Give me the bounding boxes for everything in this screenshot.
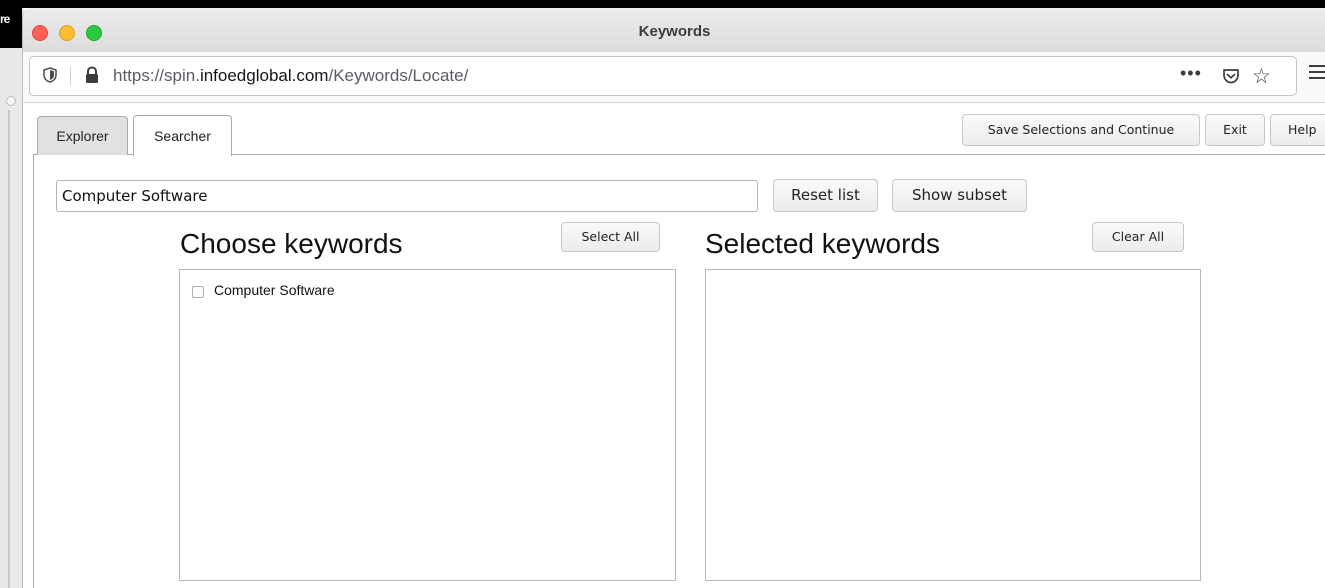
choose-keywords-list[interactable]: Computer Software: [179, 269, 676, 581]
show-subset-button[interactable]: Show subset: [892, 179, 1027, 212]
tab-explorer[interactable]: Explorer: [37, 116, 128, 155]
keyword-checkbox[interactable]: [192, 286, 204, 298]
hamburger-menu-icon[interactable]: [1309, 65, 1325, 79]
address-bar[interactable]: https://spin.infoedglobal.com/Keywords/L…: [29, 56, 1297, 96]
url-prefix: https://spin.: [113, 66, 200, 85]
clear-all-button[interactable]: Clear All: [1092, 222, 1184, 252]
exit-button[interactable]: Exit: [1205, 114, 1265, 146]
tab-searcher[interactable]: Searcher: [133, 115, 232, 156]
pocket-icon[interactable]: [1222, 67, 1240, 85]
desktop-corner-text: re: [0, 12, 10, 26]
reset-list-button[interactable]: Reset list: [773, 179, 878, 212]
desktop-dot: [6, 96, 16, 106]
bookmark-star-icon[interactable]: ☆: [1252, 64, 1271, 89]
choose-keywords-title: Choose keywords: [180, 228, 403, 259]
browser-window: Keywords https://spin.infoedglobal.com/K…: [22, 8, 1325, 588]
window-title: Keywords: [638, 23, 711, 40]
screen: re Keywords https://spin.infoedglobal.co: [0, 0, 1325, 588]
keyword-label: Computer Software: [214, 282, 335, 298]
selected-keywords-list[interactable]: [705, 269, 1201, 581]
title-bar: Keywords: [23, 8, 1325, 53]
selected-keywords-title: Selected keywords: [705, 228, 941, 259]
select-all-button[interactable]: Select All: [561, 222, 660, 252]
tracking-protection-shield-icon[interactable]: [43, 67, 57, 83]
url-text[interactable]: https://spin.infoedglobal.com/Keywords/L…: [113, 66, 468, 86]
url-path: /Keywords/Locate/: [328, 66, 469, 85]
save-selections-button[interactable]: Save Selections and Continue: [962, 114, 1200, 146]
desktop-background: [0, 0, 24, 588]
desktop-divider: [8, 110, 10, 588]
page-content: Explorer Searcher Save Selections and Co…: [23, 103, 1325, 588]
navigation-bar: https://spin.infoedglobal.com/Keywords/L…: [23, 52, 1325, 103]
page-frame-border: [33, 154, 34, 588]
url-domain: infoedglobal.com: [199, 66, 329, 85]
lock-icon[interactable]: [84, 66, 100, 84]
desktop-corner: re: [0, 0, 22, 48]
list-item[interactable]: Computer Software: [192, 282, 335, 298]
desktop-top-edge: [0, 0, 1325, 8]
page-actions-more-icon[interactable]: •••: [1180, 63, 1202, 84]
address-bar-separator: [70, 66, 71, 86]
help-button[interactable]: Help: [1270, 114, 1325, 146]
keyword-search-input[interactable]: [56, 180, 758, 212]
